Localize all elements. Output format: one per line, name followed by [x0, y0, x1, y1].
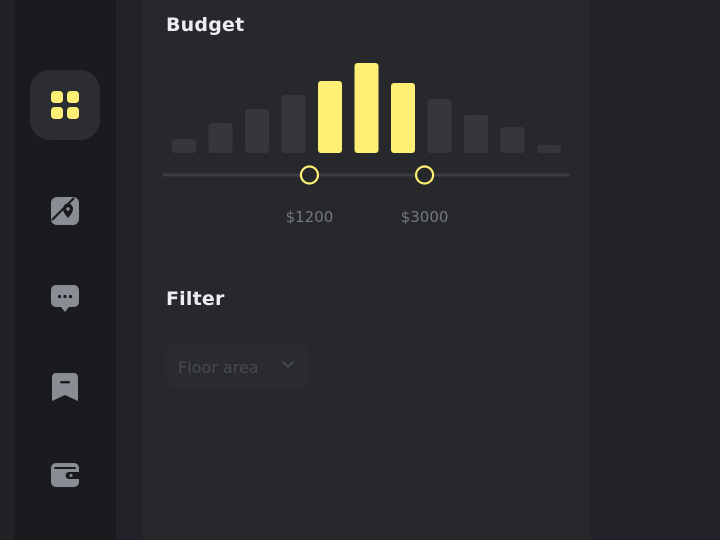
budget-title: Budget	[166, 14, 245, 36]
slider-handle-low[interactable]	[299, 165, 320, 185]
histogram-bar	[391, 83, 415, 153]
grid-icon	[51, 91, 79, 119]
histogram-bar	[354, 63, 379, 153]
bookmark-icon	[52, 373, 78, 401]
wallet-icon	[51, 463, 79, 487]
background-area	[590, 0, 720, 540]
range-high-label: $3000	[400, 208, 449, 226]
map-pin-icon	[51, 197, 79, 225]
window-edge	[0, 0, 14, 540]
histogram-bar	[172, 139, 196, 153]
budget-histogram	[162, 63, 570, 185]
chat-bubble-icon	[51, 285, 79, 312]
floor-area-dropdown[interactable]: Floor area	[166, 344, 310, 390]
histogram-bar	[281, 95, 306, 153]
histogram-bar	[208, 123, 233, 153]
histogram-bar	[245, 109, 269, 153]
nav-dashboard[interactable]	[30, 70, 100, 140]
histogram-bar	[537, 145, 561, 153]
dropdown-value: Floor area	[178, 357, 259, 377]
histogram-bar	[464, 115, 488, 153]
histogram-bar	[318, 81, 342, 153]
filters-panel: Budget $1200 $3000 Filter Floor area	[142, 0, 590, 540]
nav-messages[interactable]	[30, 264, 100, 334]
chevron-down-icon	[282, 361, 294, 368]
sidebar	[14, 0, 116, 540]
nav-wallet[interactable]	[30, 440, 100, 510]
nav-saved[interactable]	[30, 352, 100, 422]
histogram-bar	[500, 127, 525, 153]
budget-range-selector[interactable]	[162, 54, 572, 234]
histogram-bar	[427, 99, 452, 153]
slider-handle-high[interactable]	[414, 165, 435, 185]
filter-title: Filter	[166, 288, 225, 310]
nav-map[interactable]	[30, 176, 100, 246]
range-low-label: $1200	[285, 208, 334, 226]
